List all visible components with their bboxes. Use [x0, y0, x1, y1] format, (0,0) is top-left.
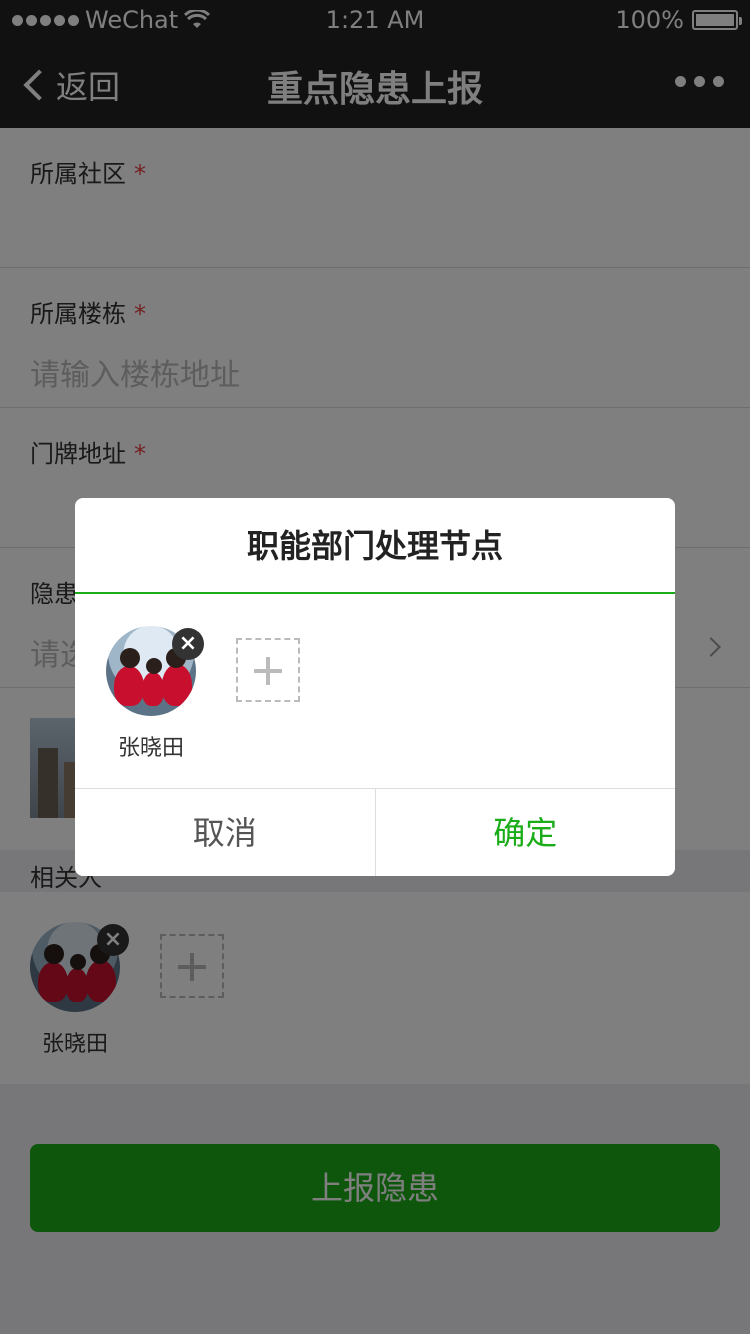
- dialog-body: 张晓田 ×: [75, 596, 675, 788]
- remove-icon[interactable]: ×: [172, 628, 204, 660]
- person-name: 张晓田: [117, 736, 184, 761]
- dialog-actions: 取消 确定: [75, 788, 675, 876]
- add-person-button[interactable]: [236, 638, 300, 702]
- dialog-title: 职能部门处理节点: [75, 498, 675, 594]
- cancel-button[interactable]: 取消: [75, 789, 376, 876]
- department-node-dialog: 职能部门处理节点 张晓田 × 取消 确定: [75, 498, 675, 876]
- confirm-button[interactable]: 确定: [376, 789, 676, 876]
